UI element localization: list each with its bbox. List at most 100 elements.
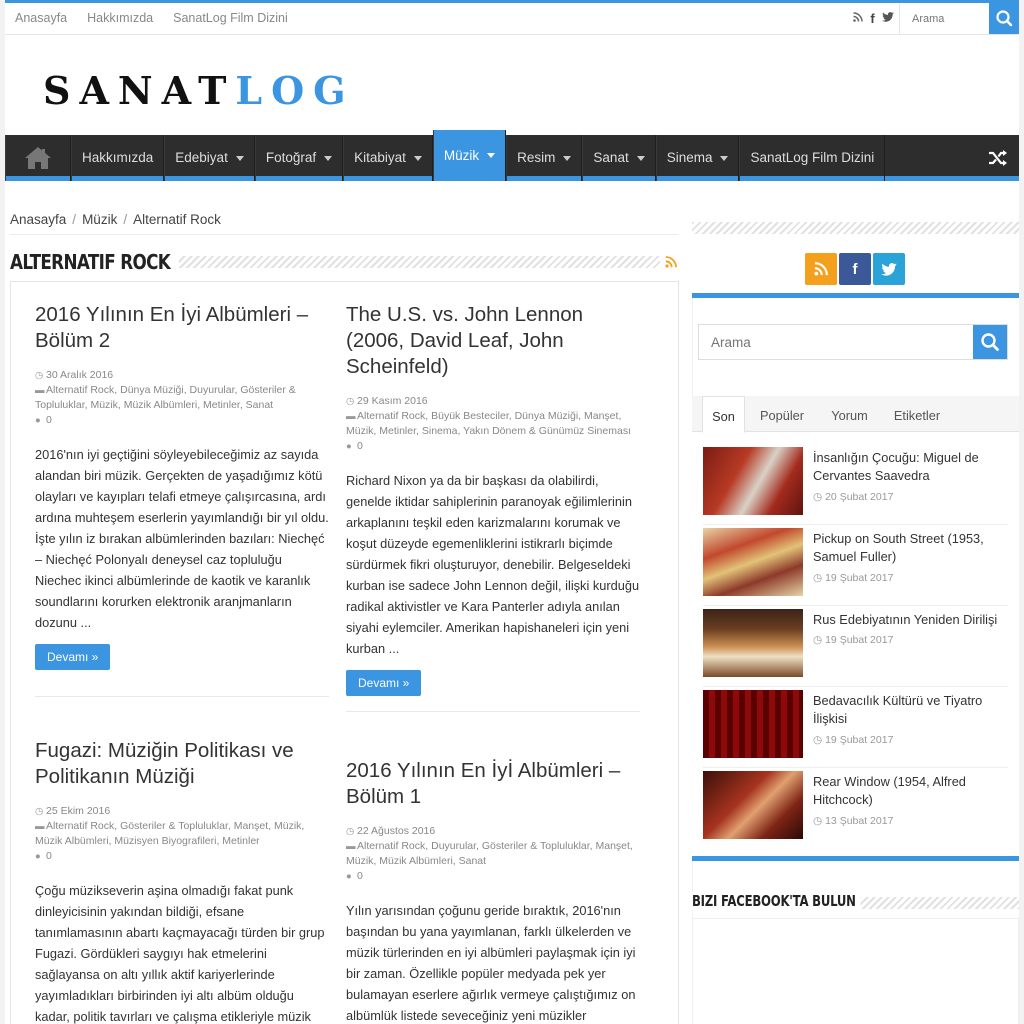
read-more-button[interactable]: Devamı » (35, 644, 111, 670)
recent-post-item[interactable]: Rear Window (1954, Alfred Hitchcock) ◷ 1… (703, 768, 1008, 849)
search-icon (996, 10, 1013, 27)
facebook-widget (692, 918, 1019, 1024)
post-thumbnail[interactable] (703, 609, 803, 677)
recent-post-title[interactable]: İnsanlığın Çocuğu: Miguel de Cervantes S… (813, 449, 1003, 485)
nav-item-photography[interactable]: Fotoğraf (254, 135, 344, 181)
nav-item-art[interactable]: Sanat (582, 135, 656, 181)
nav-item-about[interactable]: Hakkımızda (71, 135, 165, 181)
post-title[interactable]: The U.S. vs. John Lennon (2006, David Le… (346, 302, 640, 380)
post-title[interactable]: 2016 Yılının En İyİ Albümleri – Bölüm 1 (346, 758, 640, 810)
tab-comments[interactable]: Yorum (822, 396, 877, 432)
read-more-button[interactable]: Devamı » (346, 670, 422, 696)
post-card: 2016 Yılının En İyİ Albümleri – Bölüm 1 … (346, 758, 640, 1024)
chevron-down-icon (413, 155, 422, 161)
clock-icon: ◷ (346, 826, 355, 837)
nav-item-painting[interactable]: Resim (506, 135, 583, 181)
rss-icon[interactable] (852, 3, 863, 34)
nav-item-music[interactable]: Müzik (432, 130, 507, 181)
recent-post-item[interactable]: Pickup on South Street (1953, Samuel Ful… (703, 525, 1008, 606)
recent-post-date-text: 19 Şubat 2017 (825, 634, 894, 646)
post-thumbnail[interactable] (703, 447, 803, 515)
recent-post-date: ◷ 13 Şubat 2017 (813, 815, 893, 827)
post-comments: ● 0 (35, 849, 329, 864)
facebook-icon[interactable]: f (839, 253, 871, 285)
sidebar-social: f (692, 236, 1019, 298)
chevron-down-icon (235, 155, 244, 161)
nav-item-books[interactable]: Kitabiyat (343, 135, 433, 181)
post-categories-text[interactable]: Alternatif Rock, Gösteriler & Toplulukla… (35, 820, 304, 847)
category-rss-icon[interactable] (665, 255, 677, 273)
top-social: f (852, 3, 894, 34)
sidebar-search-input[interactable] (699, 325, 973, 359)
top-link-about[interactable]: Hakkımızda (77, 3, 163, 34)
sidebar-search (698, 324, 1008, 360)
folder-icon: ▬ (35, 385, 45, 396)
home-icon (25, 147, 51, 169)
tab-popular[interactable]: Popüler (752, 396, 812, 432)
post-card: 2016 Yılının En İyi Albümleri – Bölüm 2 … (35, 302, 329, 670)
recent-post-title[interactable]: Rear Window (1954, Alfred Hitchcock) (813, 773, 1003, 809)
nav-home[interactable] (5, 135, 71, 181)
nav-label: Fotoğraf (265, 150, 317, 165)
main-nav: Hakkımızda Edebiyat Fotoğraf Kitabiyat M… (5, 130, 1019, 181)
post-categories-text[interactable]: Alternatif Rock, Duyurular, Gösteriler &… (346, 840, 633, 867)
breadcrumb-music[interactable]: Müzik (82, 212, 117, 227)
recent-post-item[interactable]: İnsanlığın Çocuğu: Miguel de Cervantes S… (703, 444, 1008, 525)
recent-post-title[interactable]: Pickup on South Street (1953, Samuel Ful… (813, 530, 1003, 566)
recent-post-title[interactable]: Rus Edebiyatının Yeniden Dirilişi (813, 611, 1003, 629)
twitter-icon[interactable] (882, 3, 894, 34)
post-comments: ● 0 (346, 869, 640, 884)
post-comments-count[interactable]: 0 (46, 850, 52, 862)
top-search-input[interactable] (900, 3, 990, 34)
nav-label: Sinema (666, 150, 713, 165)
post-date-text: 25 Ekim 2016 (46, 805, 111, 817)
post-thumbnail[interactable] (703, 690, 803, 758)
chevron-down-icon (720, 155, 729, 161)
post-date-text: 30 Aralık 2016 (46, 369, 114, 381)
post-categories: ▬ Alternatif Rock, Duyurular, Gösteriler … (346, 839, 640, 869)
nav-item-film-index[interactable]: SanatLog Film Dizini (739, 135, 886, 181)
random-post-button[interactable] (977, 135, 1019, 181)
post-title[interactable]: Fugazi: Müziğin Politikası ve Politikanı… (35, 738, 329, 790)
post-categories-text[interactable]: Alternatif Rock, Dünya Müziği, Duyurular… (35, 384, 296, 411)
top-search-button[interactable] (989, 3, 1019, 34)
rss-icon[interactable] (805, 253, 837, 285)
nav-label: Sanat (593, 150, 629, 165)
folder-icon: ▬ (35, 821, 45, 832)
post-thumbnail[interactable] (703, 771, 803, 839)
post-thumbnail[interactable] (703, 528, 803, 596)
recent-post-date-text: 13 Şubat 2017 (825, 815, 894, 827)
post-date: ◷ 22 Ağustos 2016 (346, 824, 640, 839)
twitter-icon[interactable] (873, 253, 905, 285)
post-excerpt: Yılın yarısından çoğunu geride bıraktık,… (346, 903, 636, 1023)
tab-recent[interactable]: Son (702, 396, 745, 433)
comments-icon: ● (35, 851, 41, 862)
sidebar-search-button[interactable] (973, 325, 1007, 359)
recent-post-date: ◷ 20 Şubat 2017 (813, 491, 893, 503)
post-title[interactable]: 2016 Yılının En İyi Albümleri – Bölüm 2 (35, 302, 329, 354)
breadcrumb-home[interactable]: Anasayfa (10, 212, 66, 227)
post-categories-text[interactable]: Alternatif Rock, Büyük Besteciler, Dünya… (346, 410, 631, 437)
post-comments-count[interactable]: 0 (357, 870, 363, 882)
post-excerpt: Richard Nixon ya da bir başkası da olabi… (346, 473, 640, 656)
folder-icon: ▬ (346, 411, 356, 422)
post-divider (35, 696, 329, 697)
recent-post-item[interactable]: Rus Edebiyatının Yeniden Dirilişi ◷ 19 Ş… (703, 606, 1008, 687)
top-link-film-index[interactable]: SanatLog Film Dizini (163, 3, 298, 34)
recent-post-item[interactable]: Bedavacılık Kültürü ve Tiyatro İlişkisi … (703, 687, 1008, 768)
post-comments-count[interactable]: 0 (46, 414, 52, 426)
recent-post-title[interactable]: Bedavacılık Kültürü ve Tiyatro İlişkisi (813, 692, 1003, 728)
nav-item-cinema[interactable]: Sinema (655, 135, 740, 181)
breadcrumb: Anasayfa / Müzik / Alternatif Rock (10, 212, 221, 227)
chevron-down-icon (563, 155, 572, 161)
top-link-home[interactable]: Anasayfa (5, 3, 77, 34)
tab-tags[interactable]: Etiketler (885, 396, 949, 432)
facebook-icon[interactable]: f (867, 3, 878, 34)
nav-item-literature[interactable]: Edebiyat (164, 135, 255, 181)
post-comments-count[interactable]: 0 (357, 440, 363, 452)
folder-icon: ▬ (346, 841, 356, 852)
post-categories: ▬ Alternatif Rock, Büyük Besteciler, Düny… (346, 409, 640, 439)
site-logo[interactable]: SANATLOG (43, 68, 355, 113)
clock-icon: ◷ (813, 634, 826, 646)
divider (10, 234, 678, 235)
